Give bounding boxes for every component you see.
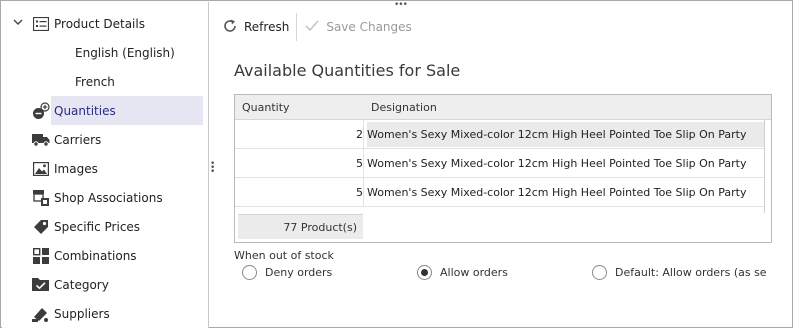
sidebar-item-images[interactable]: Images [2, 154, 208, 183]
sidebar-item-specific-prices[interactable]: Specific Prices [2, 212, 208, 241]
sidebar-item-label: Specific Prices [54, 219, 141, 234]
truck-icon [32, 131, 50, 149]
sidebar-item-label: Quantities [54, 103, 116, 118]
table-row[interactable]: 2 Women's Sexy Mixed-color 12cm High Hee… [235, 120, 765, 149]
tag-icon [32, 218, 50, 236]
radio-circle[interactable] [592, 265, 607, 280]
shop-associations-icon [32, 189, 50, 207]
table-row[interactable]: 5 Women's Sexy Mixed-color 12cm High Hee… [235, 149, 765, 178]
quantity-cell[interactable]: 5 [235, 186, 363, 199]
radio-circle[interactable] [242, 265, 257, 280]
window-frame: ••• Product Details English (English) Fr… [0, 0, 793, 328]
column-header-designation[interactable]: Designation [371, 101, 437, 114]
out-of-stock-label: When out of stock [234, 249, 334, 262]
sidebar-item-label: French [75, 74, 115, 89]
grid-footer-summary: 77 Product(s) [238, 214, 363, 239]
sidebar-item-english[interactable]: English (English) [2, 38, 208, 67]
resize-grip-top[interactable]: ••• [394, 1, 408, 10]
sidebar-item-label: Category [54, 277, 109, 292]
check-icon [304, 19, 320, 36]
grid-scroll-edge [764, 120, 765, 213]
radio-label: Allow orders [440, 266, 508, 279]
grid-header: Quantity Designation [235, 95, 771, 120]
quantity-cell[interactable]: 5 [235, 157, 363, 170]
sidebar-item-label: Images [54, 161, 98, 176]
sidebar: Product Details English (English) French… [2, 2, 209, 328]
radio-label: Default: Allow orders (as set in [615, 266, 766, 279]
section-title: Available Quantities for Sale [234, 61, 461, 80]
sidebar-item-label: Combinations [54, 248, 137, 263]
chevron-down-icon[interactable] [13, 17, 23, 30]
toolbar: Refresh Save Changes [217, 11, 417, 43]
suppliers-icon [32, 305, 50, 323]
quantities-icon [32, 101, 50, 120]
radio-circle-checked[interactable] [417, 265, 432, 280]
sidebar-item-quantities[interactable]: Quantities [2, 96, 208, 125]
toolbar-separator [296, 13, 298, 41]
image-icon [32, 160, 50, 178]
product-count: 77 Product(s) [283, 221, 357, 234]
column-header-quantity[interactable]: Quantity [242, 101, 290, 114]
refresh-button[interactable]: Refresh [217, 12, 294, 42]
radio-deny-orders[interactable]: Deny orders [242, 265, 332, 280]
radio-label: Deny orders [265, 266, 333, 279]
designation-cell[interactable]: Women's Sexy Mixed-color 12cm High Heel … [367, 122, 765, 147]
save-changes-button[interactable]: Save Changes [299, 12, 416, 42]
sidebar-item-label: Suppliers [54, 306, 110, 321]
splitter-grip[interactable]: • • • [210, 160, 215, 177]
sidebar-item-category[interactable]: Category [2, 270, 208, 299]
refresh-label: Refresh [244, 20, 290, 34]
refresh-icon [222, 18, 238, 37]
quantities-grid: Quantity Designation 2 Women's Sexy Mixe… [234, 94, 772, 243]
radio-default-clip: Default: Allow orders (as set in [591, 261, 766, 285]
designation-cell[interactable]: Women's Sexy Mixed-color 12cm High Heel … [367, 180, 765, 205]
list-icon [32, 15, 50, 33]
sidebar-item-label: Carriers [54, 132, 102, 147]
radio-default-orders[interactable]: Default: Allow orders (as set in [592, 265, 766, 280]
sidebar-item-french[interactable]: French [2, 67, 208, 96]
combinations-icon [32, 247, 50, 265]
sidebar-item-suppliers[interactable]: Suppliers [2, 299, 208, 328]
sidebar-item-carriers[interactable]: Carriers [2, 125, 208, 154]
sidebar-item-product-details[interactable]: Product Details [2, 9, 208, 38]
table-row[interactable]: 5 Women's Sexy Mixed-color 12cm High Hee… [235, 178, 765, 207]
sidebar-item-label: Shop Associations [54, 190, 163, 205]
sidebar-item-label: Product Details [54, 16, 145, 31]
radio-allow-orders[interactable]: Allow orders [417, 265, 508, 280]
quantity-cell[interactable]: 2 [235, 128, 363, 141]
sidebar-item-shop-associations[interactable]: Shop Associations [2, 183, 208, 212]
designation-cell[interactable]: Women's Sexy Mixed-color 12cm High Heel … [367, 151, 765, 176]
sidebar-item-label: English (English) [75, 45, 175, 60]
save-changes-label: Save Changes [326, 20, 412, 34]
folder-check-icon [32, 276, 50, 294]
sidebar-item-combinations[interactable]: Combinations [2, 241, 208, 270]
